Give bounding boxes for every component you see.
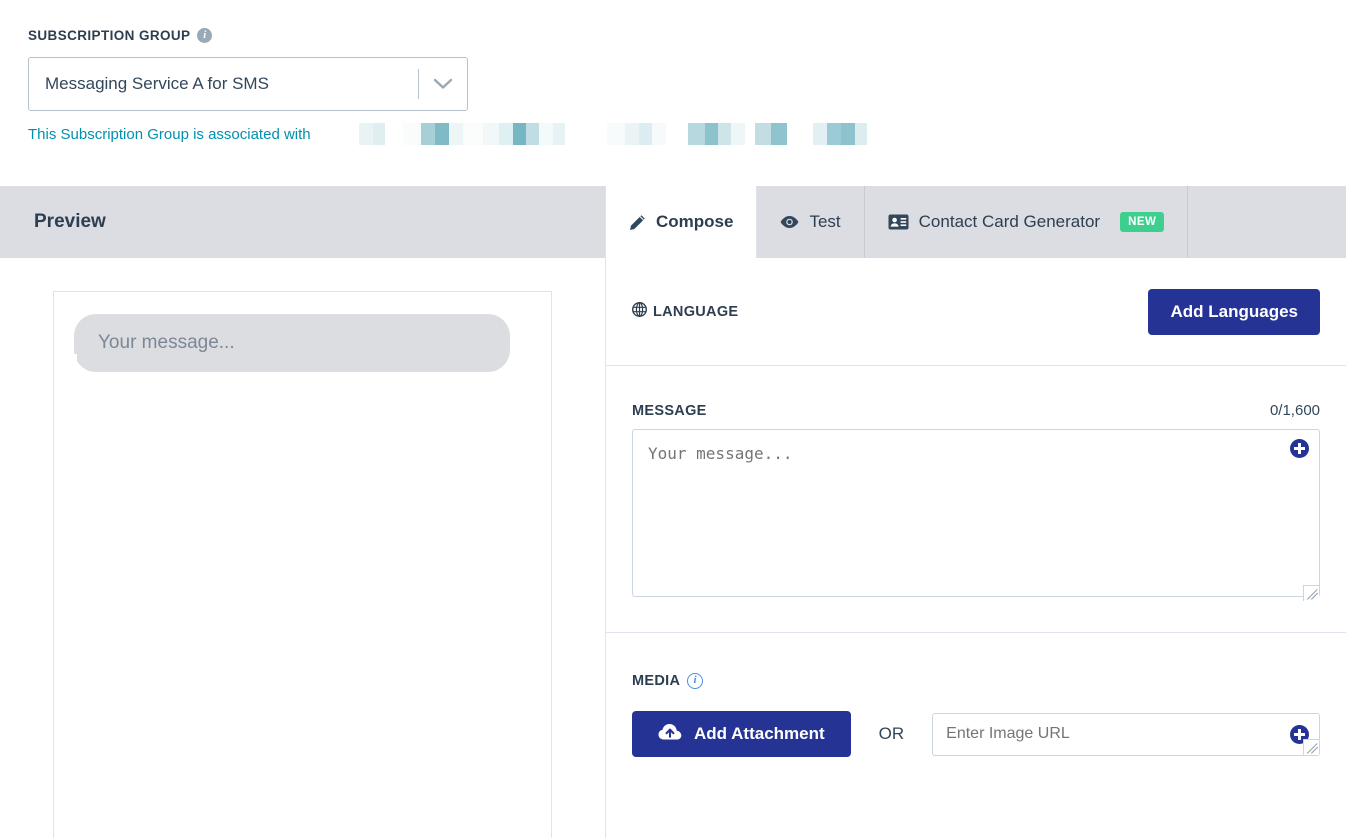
add-attachment-button-label: Add Attachment [694,724,825,743]
subscription-group-label: SUBSCRIPTION GROUP i [28,28,1346,43]
media-row: Add Attachment OR [632,711,1320,757]
redacted-association-value [334,123,867,145]
message-header: MESSAGE 0/1,600 [632,402,1320,419]
chevron-down-icon[interactable] [419,78,467,90]
tab-compose[interactable]: Compose [606,186,758,258]
media-label-text: MEDIA [632,673,681,689]
subscription-association-text: This Subscription Group is associated wi… [28,125,311,143]
preview-pane: Preview Your message... [0,186,605,838]
preview-body: Your message... [0,258,605,838]
language-label: LANGUAGE [631,301,739,321]
add-attachment-button[interactable]: Add Attachment [632,711,851,757]
media-label: MEDIA i [632,673,1320,689]
subscription-association-row: This Subscription Group is associated wi… [28,123,1346,145]
tab-compose-label: Compose [656,212,734,231]
add-languages-button-label: Add Languages [1170,301,1298,321]
tab-test[interactable]: Test [757,186,865,258]
pencil-icon [629,214,646,231]
subscription-group-select[interactable]: Messaging Service A for SMS [28,57,468,111]
preview-title: Preview [34,211,106,232]
globe-icon [631,301,648,321]
main-split: Preview Your message... Compose Test Con… [0,186,1346,838]
plus-circle-icon[interactable] [1290,439,1309,458]
phone-frame: Your message... [53,291,552,838]
subscription-group-label-text: SUBSCRIPTION GROUP [28,28,191,43]
info-icon[interactable]: i [197,28,213,43]
preview-message-bubble: Your message... [65,314,510,372]
compose-pane: Compose Test Contact Card Generator NEW [605,186,1346,838]
message-input-wrapper [632,429,1320,602]
image-url-input[interactable] [932,712,1320,756]
tab-test-label: Test [809,212,841,231]
contact-card-icon [888,214,909,230]
message-input[interactable] [632,429,1320,597]
add-languages-button[interactable]: Add Languages [1148,288,1320,335]
eye-icon [780,215,799,229]
status-badge-new: NEW [1120,212,1165,232]
subscription-group-section: SUBSCRIPTION GROUP i Messaging Service A… [0,0,1346,186]
language-label-text: LANGUAGE [653,303,739,320]
message-section: MESSAGE 0/1,600 [606,366,1346,633]
tab-contact-card-generator-label: Contact Card Generator [918,212,1101,231]
media-or-label: OR [878,724,905,743]
message-label: MESSAGE [632,403,707,419]
preview-bubble-text: Your message... [98,332,235,353]
textarea-resize-handle[interactable] [1303,585,1319,601]
image-url-wrapper [932,712,1320,756]
message-character-counter: 0/1,600 [1269,402,1320,419]
preview-header: Preview [0,186,605,258]
cloud-upload-icon [658,723,682,746]
subscription-group-selected-value: Messaging Service A for SMS [45,74,269,93]
tab-contact-card-generator[interactable]: Contact Card Generator NEW [865,186,1189,258]
tab-bar: Compose Test Contact Card Generator NEW [606,186,1346,258]
info-icon[interactable]: i [687,673,704,689]
url-input-resize-handle[interactable] [1303,738,1319,755]
media-section: MEDIA i Add Attachment OR [606,633,1346,757]
language-section: LANGUAGE Add Languages [606,258,1346,366]
